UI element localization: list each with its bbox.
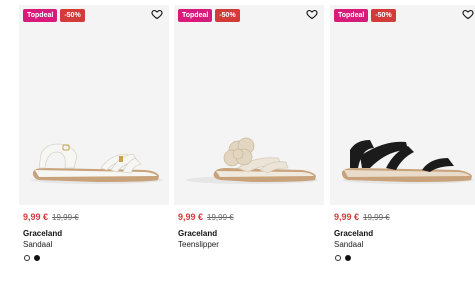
product-brand: Graceland [178,229,218,238]
color-swatches [335,255,351,261]
topdeal-badge: Topdeal [178,9,213,22]
product-name[interactable]: Sandaal [23,240,52,249]
badge-group: Topdeal -50% [178,9,240,22]
price-row: 9,99 € 19,99 € [334,212,390,222]
product-brand: Graceland [334,229,374,238]
heart-icon[interactable] [306,8,318,20]
product-grid: Topdeal -50% 9,99 € 19,99 € Graceland Sa… [0,0,475,281]
product-card[interactable]: Topdeal -50% 9,99 € 19,99 € Graceland Te… [174,0,324,281]
price-row: 9,99 € 19,99 € [23,212,79,222]
swatch-black[interactable] [34,255,40,261]
discount-badge: -50% [215,9,240,22]
discount-badge: -50% [371,9,396,22]
old-price: 19,99 € [363,213,390,222]
heart-icon[interactable] [462,8,474,20]
product-image[interactable]: Topdeal -50% [174,5,324,205]
product-name[interactable]: Sandaal [334,240,363,249]
swatch-black[interactable] [345,255,351,261]
sandal-image [31,143,163,184]
badge-group: Topdeal -50% [23,9,85,22]
swatch-white[interactable] [335,255,341,261]
product-card[interactable]: Topdeal -50% 9,99 € 19,99 € Graceland Sa… [19,0,169,281]
topdeal-badge: Topdeal [23,9,58,22]
product-name[interactable]: Teenslipper [178,240,219,249]
heart-icon[interactable] [151,8,163,20]
product-card[interactable]: Topdeal -50% 9,99 € 19,99 € Graceland Sa… [330,0,475,281]
product-brand: Graceland [23,229,63,238]
current-price: 9,99 € [334,212,360,222]
topdeal-badge: Topdeal [334,9,369,22]
color-swatches [24,255,40,261]
old-price: 19,99 € [52,213,79,222]
badge-group: Topdeal -50% [334,9,396,22]
flip-flop-image [186,137,318,184]
product-image[interactable]: Topdeal -50% [330,5,475,205]
swatch-white[interactable] [24,255,30,261]
product-image[interactable]: Topdeal -50% [19,5,169,205]
old-price: 19,99 € [207,213,234,222]
current-price: 9,99 € [23,212,49,222]
discount-badge: -50% [60,9,85,22]
sandal-image [341,140,474,184]
current-price: 9,99 € [178,212,204,222]
price-row: 9,99 € 19,99 € [178,212,234,222]
